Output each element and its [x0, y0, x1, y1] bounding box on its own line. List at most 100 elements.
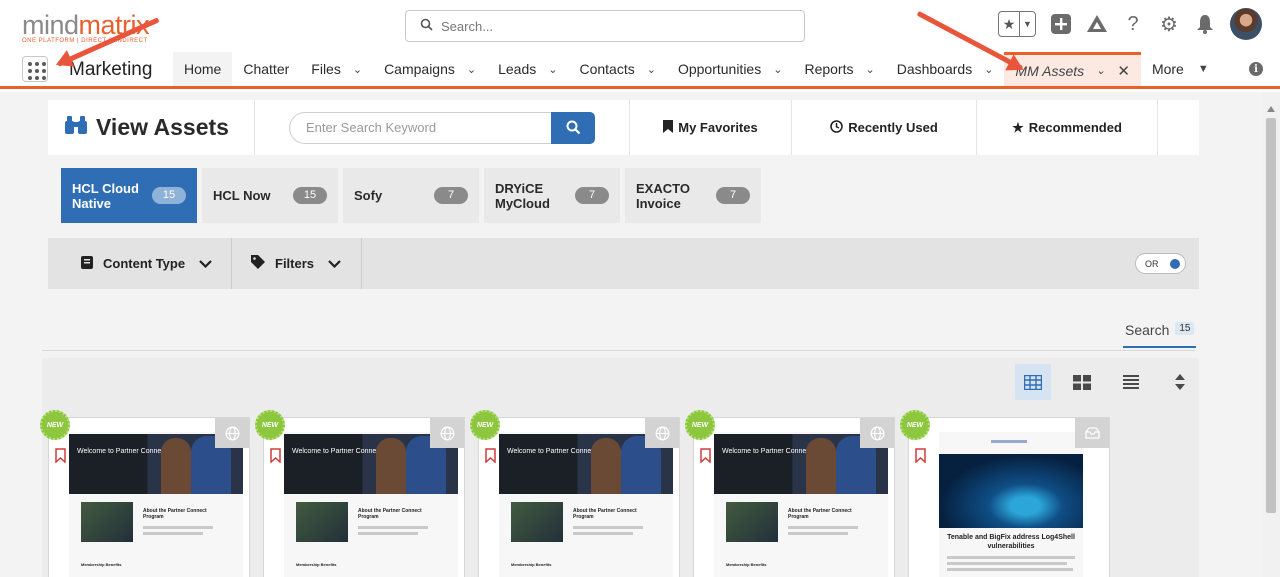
chevron-down-icon[interactable]: ⌄ [773, 63, 782, 76]
notifications-bell-icon[interactable] [1194, 13, 1216, 35]
favorites-button[interactable]: ★ ▼ [998, 11, 1036, 37]
new-badge: NEW [900, 410, 930, 440]
bookmark-icon[interactable] [700, 448, 711, 466]
settings-gear-icon[interactable]: ⚙ [1158, 13, 1180, 36]
bookmark-icon[interactable] [55, 448, 66, 466]
trailhead-icon[interactable] [1086, 13, 1108, 35]
tab-campaigns[interactable]: Campaigns ⌄ [373, 52, 487, 86]
tab-label: Dashboards [896, 61, 973, 77]
vertical-scrollbar[interactable] [1262, 92, 1280, 577]
asset-thumbnail[interactable]: Welcome to Partner Connect About the Par… [714, 432, 888, 577]
add-icon[interactable] [1050, 13, 1072, 35]
filters-dropdown[interactable]: Filters [251, 238, 341, 289]
asset-thumbnail[interactable]: Welcome to Partner Connect About the Par… [284, 432, 458, 577]
chip-hcl-cloud-native[interactable]: HCL Cloud Native 15 [61, 168, 197, 223]
asset-thumbnail[interactable]: Welcome to Partner Connect About the Par… [69, 432, 243, 577]
asset-card[interactable]: Welcome to Partner Connect About the Par… [48, 417, 250, 577]
tab-recently-used[interactable]: Recently Used [792, 100, 977, 155]
app-name: Marketing [69, 59, 153, 80]
favorites-star-icon[interactable]: ★ [999, 12, 1019, 36]
chevron-down-icon[interactable]: ⌄ [353, 63, 362, 76]
bookmark-icon [663, 119, 674, 136]
keyword-search-input[interactable]: Enter Search Keyword [289, 111, 551, 144]
chip-exacto-invoice[interactable]: EXACTO Invoice 7 [625, 168, 761, 223]
tab-reports[interactable]: Reports ⌄ [793, 52, 885, 86]
bookmark-icon[interactable] [485, 448, 496, 466]
chip-count-badge: 7 [575, 187, 609, 204]
user-avatar[interactable] [1230, 8, 1262, 40]
text-line [947, 562, 1067, 565]
tab-home[interactable]: Home [173, 52, 233, 86]
chevron-down-icon[interactable]: ⌄ [1096, 64, 1105, 77]
content-type-dropdown[interactable]: Content Type [81, 238, 212, 289]
category-chips: HCL Cloud Native 15 HCL Now 15 Sofy 7 DRYiCE… [61, 168, 761, 223]
asset-card[interactable]: Welcome to Partner Connect About the Par… [478, 417, 680, 577]
hero-title: Welcome to Partner Connect [292, 448, 382, 455]
global-search-input[interactable]: Search... [405, 10, 805, 42]
thumbnail-photo [726, 502, 778, 542]
global-header: mindmatrix ONE PLATFORM | DIRECT & INDIR… [0, 0, 1280, 52]
chevron-down-icon[interactable]: ⌄ [865, 63, 874, 76]
asset-card[interactable]: Welcome to Partner Connect About the Par… [263, 417, 465, 577]
close-tab-icon[interactable]: ✕ [1117, 62, 1130, 80]
info-icon[interactable]: i [1249, 62, 1263, 76]
tab-leads[interactable]: Leads ⌄ [487, 52, 568, 86]
chevron-down-icon[interactable]: ⌄ [647, 63, 656, 76]
caret-down-icon[interactable]: ▼ [1198, 63, 1209, 75]
search-count-badge: 15 [1175, 322, 1195, 335]
globe-icon [860, 418, 894, 448]
mindmatrix-logo[interactable]: mindmatrix ONE PLATFORM | DIRECT & INDIR… [22, 10, 150, 44]
chip-dryice-mycloud[interactable]: DRYiCE MyCloud 7 [484, 168, 620, 223]
app-launcher-icon[interactable] [22, 56, 48, 82]
scroll-up-arrow-icon[interactable] [1267, 106, 1275, 112]
asset-thumbnail[interactable]: Tenable and BigFix address Log4Shell vul… [939, 432, 1083, 577]
chip-sofy[interactable]: Sofy 7 [343, 168, 479, 223]
chevron-down-icon[interactable]: ⌄ [467, 63, 476, 76]
logo-text: mind [22, 10, 79, 40]
tab-label: Home [184, 61, 222, 77]
more-tabs-menu[interactable]: More ▼ [1141, 52, 1220, 86]
tab-contacts[interactable]: Contacts ⌄ [568, 52, 666, 86]
document-icon [81, 255, 93, 272]
tab-dashboards[interactable]: Dashboards ⌄ [886, 52, 1005, 86]
chip-hcl-now[interactable]: HCL Now 15 [202, 168, 338, 223]
and-or-toggle[interactable]: OR [1135, 253, 1186, 274]
tab-recommended[interactable]: ★ Recommended [977, 100, 1158, 155]
keyword-search-button[interactable] [551, 111, 595, 144]
sort-icon[interactable] [1162, 364, 1198, 400]
chip-label-line2: Invoice [636, 195, 681, 211]
thumbnail-photo [511, 502, 563, 542]
text-line [788, 532, 848, 535]
bookmark-icon[interactable] [915, 448, 926, 466]
text-line [573, 532, 633, 535]
thumbnail-section-title: Membership Benefits [511, 562, 552, 567]
asset-card[interactable]: Welcome to Partner Connect About the Par… [693, 417, 895, 577]
thumbnail-section-title: Membership Benefits [726, 562, 767, 567]
chevron-down-icon[interactable]: ⌄ [984, 63, 993, 76]
search-results-tab[interactable]: Search 15 [1123, 322, 1197, 348]
chevron-down-icon[interactable]: ⌄ [548, 63, 557, 76]
favorites-dropdown-icon[interactable]: ▼ [1019, 12, 1035, 36]
asset-thumbnail[interactable]: Welcome to Partner Connect About the Par… [499, 432, 673, 577]
thumbnail-section-title: Membership Benefits [81, 562, 122, 567]
text-line [573, 526, 643, 529]
asset-card[interactable]: Tenable and BigFix address Log4Shell vul… [908, 417, 1110, 577]
bookmark-icon[interactable] [270, 448, 281, 466]
page-title-text: View Assets [96, 114, 229, 140]
new-badge: NEW [40, 410, 70, 440]
toggle-knob [1170, 259, 1180, 269]
text-line [358, 532, 418, 535]
tab-files[interactable]: Files ⌄ [300, 52, 373, 86]
tab-my-favorites[interactable]: My Favorites [630, 100, 792, 155]
thumbnail-subtitle: About the Partner Connect Program [143, 508, 207, 520]
chip-label: DRYiCE [495, 180, 544, 196]
help-icon[interactable]: ? [1122, 13, 1144, 35]
tile-view-icon[interactable] [1064, 364, 1100, 400]
tab-chatter[interactable]: Chatter [232, 52, 300, 86]
tab-opportunities[interactable]: Opportunities ⌄ [667, 52, 794, 86]
scroll-thumb[interactable] [1266, 118, 1276, 513]
tab-mm-assets[interactable]: MM Assets ⌄ ✕ [1004, 52, 1141, 86]
table-view-icon[interactable] [1015, 364, 1051, 400]
list-view-icon[interactable] [1113, 364, 1149, 400]
text-line [947, 556, 1075, 559]
